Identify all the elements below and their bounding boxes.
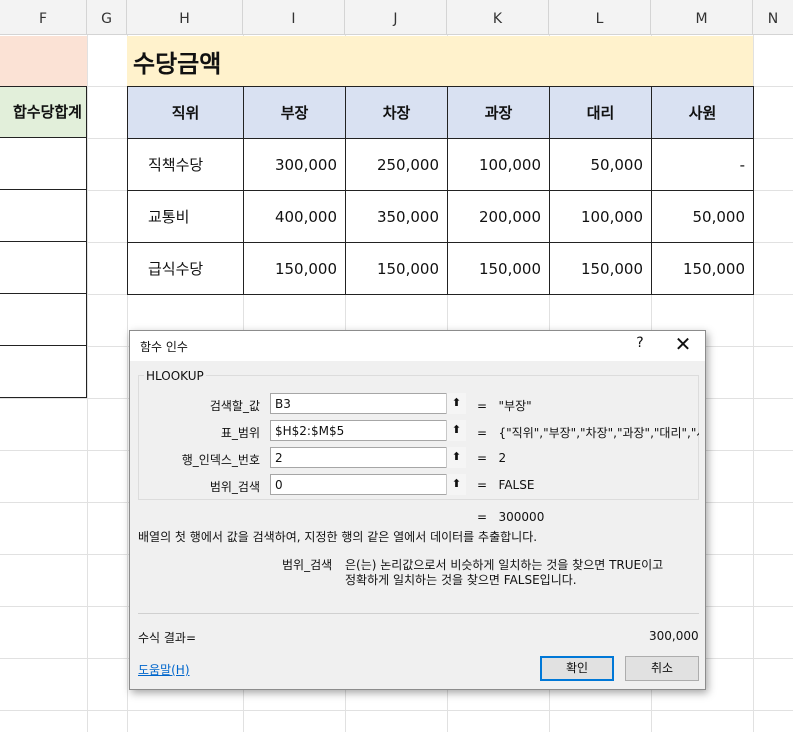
dialog-separator: [138, 613, 699, 614]
table-header-cell[interactable]: 과장: [447, 86, 550, 139]
cell-f2-total-header[interactable]: 합수당합계: [0, 86, 87, 138]
column-header-f[interactable]: F: [0, 0, 87, 35]
cell-f7[interactable]: [0, 346, 87, 398]
cell-f6[interactable]: [0, 294, 87, 346]
table-cell[interactable]: 150,000: [651, 242, 754, 295]
column-header-k[interactable]: K: [447, 0, 549, 35]
arg-label-range-lookup: 범위_검색: [209, 480, 260, 494]
formula-result-value: 300,000: [649, 629, 699, 643]
cell-f4[interactable]: [0, 190, 87, 242]
dialog-title: 함수 인수: [140, 340, 188, 354]
lookup-value-input[interactable]: B3: [270, 393, 466, 414]
table-cell[interactable]: 300,000: [243, 138, 346, 191]
help-icon[interactable]: ?: [630, 335, 650, 351]
range-lookup-input[interactable]: 0: [270, 474, 466, 495]
table-row: 교통비 400,000 350,000 200,000 100,000 50,0…: [127, 190, 754, 243]
table-header-cell[interactable]: 차장: [345, 86, 448, 139]
function-result: = 300000: [477, 510, 545, 524]
collapse-dialog-icon[interactable]: ⬆: [446, 447, 466, 468]
arg-result: = 2: [477, 451, 507, 465]
column-header-bar: F G H I J K L M N: [0, 0, 793, 35]
table-cell[interactable]: 400,000: [243, 190, 346, 243]
collapse-dialog-icon[interactable]: ⬆: [446, 393, 466, 414]
cell-f5[interactable]: [0, 242, 87, 294]
allowance-title-cell[interactable]: 수당금액: [127, 36, 753, 86]
cancel-button[interactable]: 취소: [625, 656, 699, 681]
close-icon[interactable]: ✕: [670, 332, 696, 356]
row-label-cell[interactable]: 교통비: [127, 190, 244, 243]
column-header-l[interactable]: L: [549, 0, 651, 35]
column-header-i[interactable]: I: [243, 0, 345, 35]
row-label-cell[interactable]: 직책수당: [127, 138, 244, 191]
column-header-n[interactable]: N: [753, 0, 793, 35]
collapse-dialog-icon[interactable]: ⬆: [446, 420, 466, 441]
column-header-m[interactable]: M: [651, 0, 753, 35]
table-cell[interactable]: 50,000: [549, 138, 652, 191]
column-header-j[interactable]: J: [345, 0, 447, 35]
table-cell[interactable]: 50,000: [651, 190, 754, 243]
arg-label-table-array: 표_범위: [220, 426, 260, 440]
table-cell[interactable]: 350,000: [345, 190, 448, 243]
table-header-row: 직위 부장 차장 과장 대리 사원: [127, 86, 754, 139]
column-header-h[interactable]: H: [127, 0, 243, 35]
table-row: 급식수당 150,000 150,000 150,000 150,000 150…: [127, 242, 754, 295]
table-header-cell[interactable]: 부장: [243, 86, 346, 139]
arg-result: = "부장": [477, 399, 532, 413]
table-cell[interactable]: 100,000: [549, 190, 652, 243]
row-index-input[interactable]: 2: [270, 447, 466, 468]
table-cell[interactable]: 150,000: [243, 242, 346, 295]
allowance-title: 수당금액: [133, 50, 222, 78]
table-cell[interactable]: 150,000: [447, 242, 550, 295]
collapse-dialog-icon[interactable]: ⬆: [446, 474, 466, 495]
function-description: 배열의 첫 행에서 값을 검색하여, 지정한 행의 같은 열에서 데이터를 추출…: [138, 530, 538, 544]
ok-button[interactable]: 확인: [540, 656, 614, 681]
formula-result-label: 수식 결과=: [138, 631, 197, 645]
cell-f3[interactable]: [0, 138, 87, 190]
table-header-cell[interactable]: 직위: [127, 86, 244, 139]
function-name: HLOOKUP: [144, 369, 206, 383]
arg-help-line2: 정확하게 일치하는 것을 찾으면 FALSE입니다.: [345, 573, 577, 587]
table-header-cell[interactable]: 사원: [651, 86, 754, 139]
row-label-cell[interactable]: 급식수당: [127, 242, 244, 295]
table-cell[interactable]: 100,000: [447, 138, 550, 191]
arg-result: = {"직위","부장","차장","과장","대리","사원": [477, 426, 699, 440]
table-row: 직책수당 300,000 250,000 100,000 50,000 -: [127, 138, 754, 191]
table-header-cell[interactable]: 대리: [549, 86, 652, 139]
arg-label-row-index: 행_인덱스_번호: [181, 453, 260, 467]
column-header-g[interactable]: G: [87, 0, 127, 35]
help-link[interactable]: 도움말(H): [138, 661, 190, 678]
cell-f1[interactable]: [0, 36, 87, 86]
table-cell[interactable]: -: [651, 138, 754, 191]
arg-label-lookup-value: 검색할_값: [209, 399, 260, 413]
dialog-titlebar[interactable]: 함수 인수 ? ✕: [130, 331, 705, 361]
table-cell[interactable]: 250,000: [345, 138, 448, 191]
allowance-table: 직위 부장 차장 과장 대리 사원 직책수당 300,000 250,000 1…: [127, 86, 754, 295]
table-cell[interactable]: 200,000: [447, 190, 550, 243]
table-array-input[interactable]: $H$2:$M$5: [270, 420, 466, 441]
table-cell[interactable]: 150,000: [549, 242, 652, 295]
arg-result: = FALSE: [477, 478, 535, 492]
function-arguments-dialog: 함수 인수 ? ✕ HLOOKUP 검색할_값 B3 ⬆ = "부장" 표_범위…: [129, 330, 706, 690]
arg-help-name: 범위_검색: [282, 558, 333, 572]
table-cell[interactable]: 150,000: [345, 242, 448, 295]
